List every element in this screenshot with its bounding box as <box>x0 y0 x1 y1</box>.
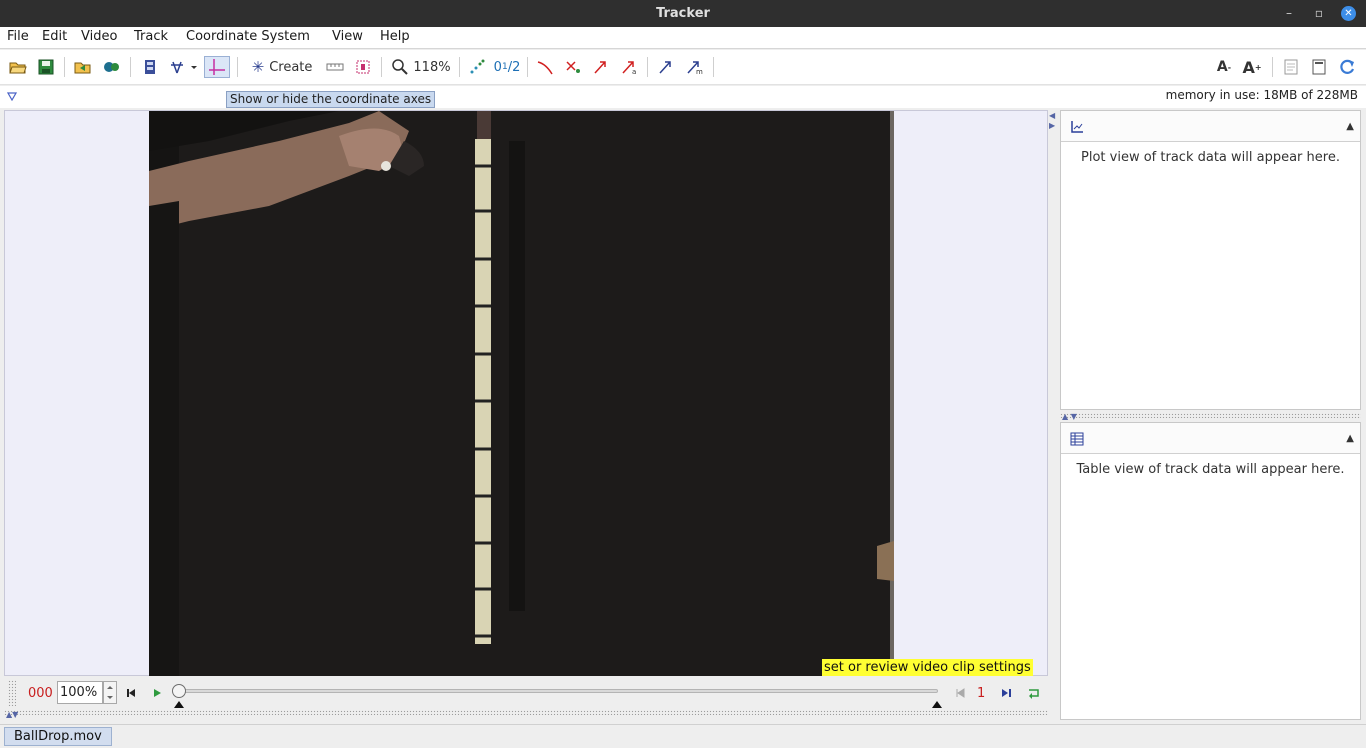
plot-placeholder: Plot view of track data will appear here… <box>1081 150 1340 165</box>
end-frame-number[interactable]: 1 <box>977 686 985 701</box>
collapse-icon[interactable]: ▲ <box>1346 121 1354 132</box>
tooltip: Show or hide the coordinate axes <box>226 91 436 108</box>
acceleration-icon[interactable] <box>591 56 611 78</box>
side-split-arrows-icon[interactable]: ◀ ▶ <box>1049 111 1055 131</box>
menu-track[interactable]: Track <box>134 27 168 49</box>
svg-text:a: a <box>632 68 636 75</box>
open-icon[interactable] <box>8 56 28 78</box>
font-smaller-icon[interactable]: A- <box>1214 56 1234 78</box>
open-project-icon[interactable] <box>73 56 93 78</box>
library-icon[interactable] <box>102 56 122 78</box>
tab-balldrop[interactable]: BallDrop.mov <box>4 727 112 746</box>
axes-icon[interactable] <box>204 56 230 78</box>
velocity-icon[interactable] <box>563 56 583 78</box>
clip-settings-icon[interactable] <box>140 56 160 78</box>
position-icon[interactable] <box>535 56 555 78</box>
plot-panel[interactable]: ▲ Plot view of track data will appear he… <box>1060 110 1361 410</box>
menu-file[interactable]: File <box>7 27 29 49</box>
mask-icon[interactable] <box>353 56 373 78</box>
force-icon[interactable] <box>656 56 676 78</box>
font-larger-icon[interactable]: A + <box>1241 56 1263 78</box>
minimize-icon[interactable]: – <box>1279 0 1299 27</box>
create-label: Create <box>269 59 313 75</box>
slider-thumb[interactable] <box>172 684 186 698</box>
save-icon[interactable] <box>36 56 56 78</box>
frame-counter[interactable]: 000 <box>28 686 53 701</box>
frame-slider[interactable] <box>178 689 938 693</box>
window-title-bar: Tracker <box>0 0 1366 27</box>
menu-coordinate-system[interactable]: Coordinate System <box>186 27 310 49</box>
main-toolbar: ✳ Create 118% 0 1/2 a m A- A + <box>0 50 1366 85</box>
step-forward-icon[interactable] <box>997 684 1015 702</box>
loop-icon[interactable] <box>1025 684 1043 702</box>
menu-bar: File Edit Video Track Coordinate System … <box>0 27 1366 49</box>
clip-settings-label[interactable]: set or review video clip settings <box>822 659 1033 676</box>
plot-panel-header: ▲ <box>1061 111 1360 142</box>
trails-icon[interactable] <box>467 56 487 78</box>
restore-icon[interactable]: ▫ <box>1309 0 1329 27</box>
refresh-icon[interactable] <box>1337 56 1357 78</box>
menu-help[interactable]: Help <box>380 27 410 49</box>
window-title: Tracker <box>656 6 710 21</box>
menu-edit[interactable]: Edit <box>42 27 67 49</box>
video-image <box>149 111 902 676</box>
momentum-icon[interactable]: a <box>619 56 639 78</box>
plot-icon[interactable] <box>1070 120 1084 134</box>
svg-text:m: m <box>696 68 703 75</box>
ruler-icon[interactable] <box>325 56 345 78</box>
create-track-icon: ✳ <box>251 58 265 76</box>
view-menu-triangle-icon[interactable] <box>6 90 18 105</box>
menu-view[interactable]: View <box>332 27 363 49</box>
create-track-button[interactable]: ✳ Create <box>246 56 318 78</box>
properties-icon[interactable] <box>1309 56 1329 78</box>
labels-icon[interactable]: 0 1/2 <box>494 56 521 78</box>
close-icon[interactable]: ✕ <box>1341 6 1356 21</box>
table-panel[interactable]: ▲ Table view of track data will appear h… <box>1060 422 1361 720</box>
table-icon[interactable] <box>1070 432 1084 446</box>
rate-stepper[interactable] <box>103 681 117 704</box>
play-icon[interactable] <box>148 684 166 702</box>
split-arrows-icon[interactable]: ▲▼ <box>6 710 18 719</box>
video-frame[interactable] <box>149 111 902 676</box>
rewind-icon[interactable] <box>122 684 140 702</box>
table-panel-header: ▲ <box>1061 423 1360 454</box>
step-back-icon[interactable] <box>951 684 969 702</box>
menu-video[interactable]: Video <box>81 27 117 49</box>
memory-status: memory in use: 18MB of 228MB <box>1165 88 1358 102</box>
info-bar <box>0 86 1366 108</box>
zoom-icon <box>392 59 409 75</box>
calibration-icon[interactable] <box>168 56 198 78</box>
zoom-button[interactable]: 118% <box>390 56 452 78</box>
notes-icon[interactable] <box>1281 56 1301 78</box>
rate-field[interactable]: 100% <box>57 681 103 704</box>
collapse-icon[interactable]: ▲ <box>1346 433 1354 444</box>
table-placeholder: Table view of track data will appear her… <box>1076 462 1345 477</box>
tab-bar <box>0 724 1366 748</box>
panel-split-arrows-icon[interactable]: ▲ ▼ <box>1062 412 1077 421</box>
sum-force-icon[interactable]: m <box>684 56 706 78</box>
zoom-label: 118% <box>413 59 451 75</box>
